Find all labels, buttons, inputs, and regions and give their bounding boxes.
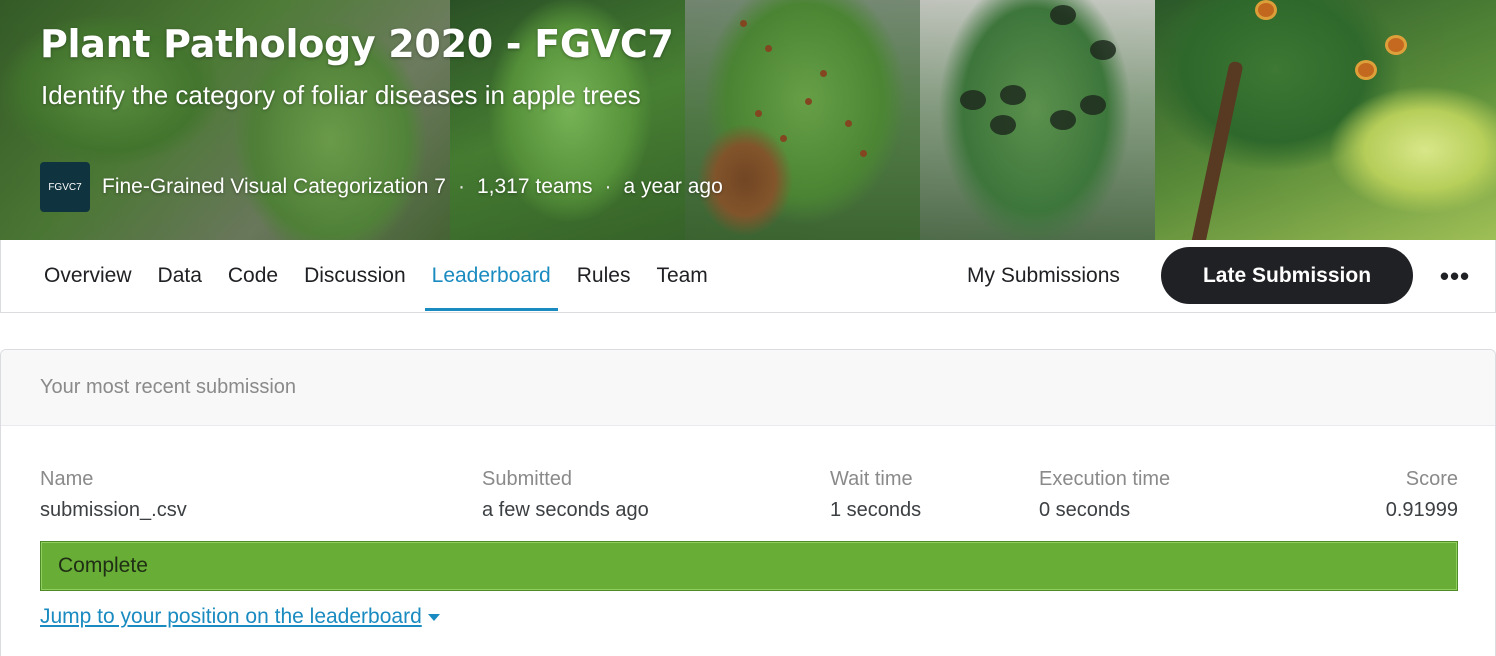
late-submission-button[interactable]: Late Submission [1161,247,1413,304]
competition-meta: FGVC7 Fine-Grained Visual Categorization… [40,162,723,212]
execution-time-value: 0 seconds [1039,499,1131,521]
competition-age: a year ago [623,175,723,198]
competition-title: Plant Pathology 2020 - FGVC7 [40,22,674,66]
tab-leaderboard[interactable]: Leaderboard [419,240,564,312]
score-value: 0.91999 [1385,499,1458,521]
wait-time-column: Wait time 1 seconds [830,464,921,526]
name-column: Name submission_.csv [40,464,187,526]
status-badge: Complete [40,541,1458,591]
jump-link-label[interactable]: Jump to your position on the leaderboard [40,605,422,629]
tab-overview[interactable]: Overview [31,240,145,312]
wait-time-value: 1 seconds [830,499,922,521]
organizer-logo[interactable]: FGVC7 [40,162,90,212]
tab-team[interactable]: Team [643,240,720,312]
name-value: submission_.csv [40,499,187,521]
recent-submission-card: Your most recent submission Name submiss… [0,349,1496,656]
jump-to-leaderboard-link[interactable]: Jump to your position on the leaderboard [40,605,440,629]
competition-banner: Plant Pathology 2020 - FGVC7 Identify th… [0,0,1496,240]
caret-down-icon[interactable] [427,613,440,621]
organizer-name[interactable]: Fine-Grained Visual Categorization 7 [102,175,446,199]
submitted-column: Submitted a few seconds ago [482,464,649,526]
execution-time-label: Execution time [1039,468,1171,490]
execution-time-column: Execution time 0 seconds [1039,464,1170,526]
card-header: Your most recent submission [1,350,1495,426]
tab-code[interactable]: Code [215,240,291,312]
name-label: Name [40,468,94,490]
submitted-label: Submitted [482,468,573,490]
ellipsis-icon[interactable]: ••• [1433,256,1477,296]
tab-data[interactable]: Data [145,240,215,312]
submitted-value: a few seconds ago [482,499,649,521]
meta-separator: · [604,175,612,198]
competition-nav: Overview Data Code Discussion Leaderboar… [0,240,1496,313]
competition-subtitle: Identify the category of foliar diseases… [41,80,641,110]
tab-discussion[interactable]: Discussion [291,240,419,312]
nav-tabs: Overview Data Code Discussion Leaderboar… [31,240,721,312]
score-label: Score [1405,468,1458,490]
tab-rules[interactable]: Rules [564,240,644,312]
team-count: 1,317 teams [476,175,593,198]
wait-time-label: Wait time [830,468,913,490]
meta-separator: · [457,175,465,198]
submission-details: Name submission_.csv Submitted a few sec… [1,464,1495,526]
score-column: Score 0.91999 [1386,464,1458,526]
my-submissions-link[interactable]: My Submissions [967,240,1120,312]
